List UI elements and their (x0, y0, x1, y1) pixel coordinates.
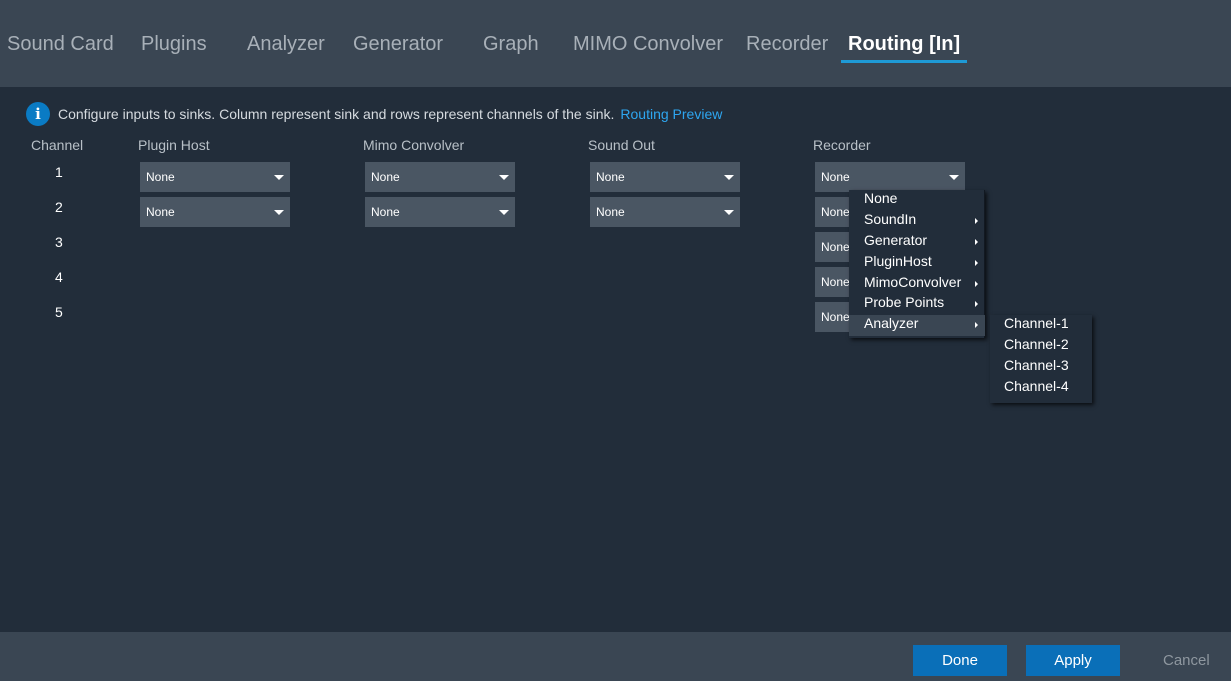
select-value: None (371, 170, 400, 184)
select-value: None (821, 170, 850, 184)
menu-item-label: Generator (864, 232, 928, 248)
recorder-ch1-select[interactable]: None (815, 162, 965, 192)
tab-analyzer[interactable]: Analyzer (247, 33, 325, 56)
menu-item-none[interactable]: None (849, 190, 985, 211)
chevron-down-icon (274, 175, 284, 180)
sink-header-mimo-convolver: Mimo Convolver (363, 137, 465, 153)
chevron-down-icon (724, 210, 734, 215)
sound-out-ch1-select[interactable]: None (590, 162, 740, 192)
chevron-right-icon (975, 301, 978, 307)
channel-row-1: 1 (55, 164, 63, 180)
menu-item-mimoconvolver[interactable]: MimoConvolver (849, 274, 985, 295)
tab-plugins[interactable]: Plugins (141, 33, 207, 56)
select-value: None (821, 310, 850, 324)
submenu-item-channel-3[interactable]: Channel-3 (990, 357, 1092, 378)
done-button[interactable]: Done (913, 645, 1007, 676)
tab-recorder[interactable]: Recorder (746, 33, 828, 56)
select-value: None (146, 205, 175, 219)
chevron-right-icon (975, 260, 978, 266)
menu-item-label: Probe Points (864, 294, 945, 310)
tab-mimo-convolver[interactable]: MIMO Convolver (573, 33, 723, 56)
tab-generator[interactable]: Generator (353, 33, 443, 56)
chevron-right-icon (975, 239, 978, 245)
plugin-host-ch2-select[interactable]: None (140, 197, 290, 227)
analyzer-submenu: Channel-1 Channel-2 Channel-3 Channel-4 (990, 315, 1092, 403)
info-icon: i (26, 102, 50, 126)
channel-row-5: 5 (55, 304, 63, 320)
menu-item-probe-points[interactable]: Probe Points (849, 294, 985, 315)
channel-row-2: 2 (55, 199, 63, 215)
plugin-host-ch1-select[interactable]: None (140, 162, 290, 192)
select-value: None (596, 205, 625, 219)
tab-routing-in[interactable]: Routing [In] (848, 33, 960, 56)
menu-item-soundin[interactable]: SoundIn (849, 211, 985, 232)
cancel-button[interactable]: Cancel (1163, 652, 1210, 669)
sink-header-sound-out: Sound Out (588, 137, 655, 153)
select-value: None (596, 170, 625, 184)
channel-header: Channel (31, 137, 84, 153)
tab-graph[interactable]: Graph (483, 33, 539, 56)
chevron-right-icon (975, 218, 978, 224)
routing-preview-link[interactable]: Routing Preview (620, 106, 722, 122)
sink-header-plugin-host: Plugin Host (138, 137, 210, 153)
sink-header-recorder: Recorder (813, 137, 871, 153)
menu-item-analyzer[interactable]: Analyzer (849, 315, 985, 336)
chevron-down-icon (274, 210, 284, 215)
mimo-convolver-ch2-select[interactable]: None (365, 197, 515, 227)
submenu-item-channel-1[interactable]: Channel-1 (990, 315, 1092, 336)
chevron-right-icon (975, 281, 978, 287)
menu-item-label: MimoConvolver (864, 274, 962, 290)
tab-sound-card[interactable]: Sound Card (7, 33, 114, 56)
chevron-down-icon (724, 175, 734, 180)
menu-item-label: None (864, 190, 898, 206)
menu-item-label: Analyzer (864, 315, 919, 331)
submenu-item-channel-4[interactable]: Channel-4 (990, 378, 1092, 399)
menu-item-label: PluginHost (864, 253, 932, 269)
chevron-down-icon (499, 175, 509, 180)
submenu-item-channel-2[interactable]: Channel-2 (990, 336, 1092, 357)
menu-item-label: SoundIn (864, 211, 917, 227)
channel-row-3: 3 (55, 234, 63, 250)
chevron-down-icon (949, 175, 959, 180)
info-text: Configure inputs to sinks. Column repres… (58, 106, 615, 122)
source-menu: None SoundIn Generator PluginHost MimoCo… (849, 190, 985, 338)
active-tab-indicator (841, 60, 967, 63)
chevron-down-icon (499, 210, 509, 215)
select-value: None (371, 205, 400, 219)
sound-out-ch2-select[interactable]: None (590, 197, 740, 227)
menu-item-pluginhost[interactable]: PluginHost (849, 253, 985, 274)
menu-item-generator[interactable]: Generator (849, 232, 985, 253)
select-value: None (821, 205, 850, 219)
mimo-convolver-ch1-select[interactable]: None (365, 162, 515, 192)
channel-row-4: 4 (55, 269, 63, 285)
select-value: None (821, 240, 850, 254)
apply-button[interactable]: Apply (1026, 645, 1120, 676)
select-value: None (821, 275, 850, 289)
select-value: None (146, 170, 175, 184)
chevron-right-icon (975, 322, 978, 328)
info-banner: i Configure inputs to sinks. Column repr… (26, 101, 722, 127)
